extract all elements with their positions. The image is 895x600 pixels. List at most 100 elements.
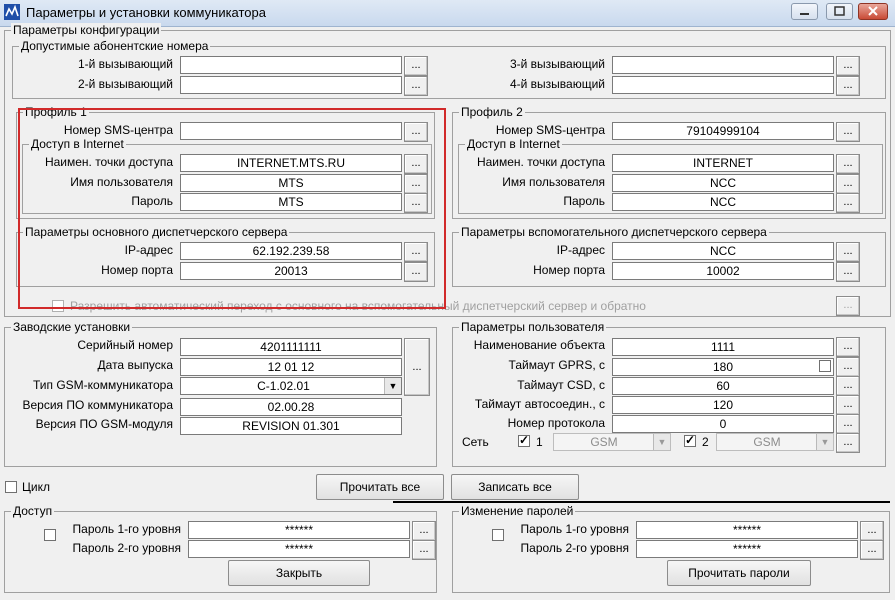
fw-field[interactable]: 02.00.28 — [180, 398, 402, 416]
change-level2-browse-button[interactable]: ... — [860, 540, 884, 560]
access-level2-browse-button[interactable]: ... — [412, 540, 436, 560]
caller4-label: 4-й вызывающий — [509, 77, 605, 91]
net1-number: 1 — [536, 435, 543, 449]
window-title: Параметры и установки коммуникатора — [26, 5, 266, 20]
access-checkbox[interactable] — [44, 529, 56, 541]
aux-port-label: Номер порта — [533, 263, 605, 277]
allowed-numbers-label: Допустимые абонентские номера — [19, 39, 211, 53]
profile2-internet-label: Доступ в Internet — [465, 137, 562, 151]
gprs-checkbox[interactable] — [819, 360, 831, 372]
protocol-browse-button[interactable]: ... — [836, 414, 860, 434]
net1-select[interactable]: GSM ▼ — [553, 433, 671, 451]
profile2-apn-label: Наимен. точки доступа — [476, 155, 605, 169]
highlight-frame — [18, 108, 446, 309]
csd-field[interactable]: 60 — [612, 377, 834, 395]
write-all-button[interactable]: Записать все — [451, 474, 579, 500]
caller2-browse-button[interactable]: ... — [404, 76, 428, 96]
access-level1-label: Пароль 1-го уровня — [72, 522, 181, 536]
cycle-checkbox[interactable] — [5, 481, 17, 493]
serial-label: Серийный номер — [77, 338, 173, 352]
chevron-down-icon[interactable]: ▼ — [384, 378, 401, 394]
access-level1-browse-button[interactable]: ... — [412, 521, 436, 541]
object-browse-button[interactable]: ... — [836, 337, 860, 357]
change-level2-field[interactable]: ****** — [636, 540, 858, 558]
network-label: Сеть — [462, 435, 489, 449]
date-label: Дата выпуска — [97, 358, 173, 372]
serial-field[interactable]: 4201111111 — [180, 338, 402, 356]
autoconn-browse-button[interactable]: ... — [836, 395, 860, 415]
profile2-pass-field[interactable]: NCC — [612, 193, 834, 211]
caller4-field[interactable] — [612, 76, 834, 94]
csd-browse-button[interactable]: ... — [836, 376, 860, 396]
caller4-browse-button[interactable]: ... — [836, 76, 860, 96]
read-all-button[interactable]: Прочитать все — [316, 474, 444, 500]
gprs-browse-button[interactable]: ... — [836, 357, 860, 377]
protocol-field[interactable]: 0 — [612, 415, 834, 433]
date-field[interactable]: 12 01 12 — [180, 358, 402, 376]
chevron-down-icon[interactable]: ▼ — [816, 434, 833, 450]
net2-checkbox[interactable] — [684, 433, 696, 447]
aux-ip-label: IP-адрес — [556, 243, 605, 257]
caller2-field[interactable] — [180, 76, 402, 94]
close-dialog-button[interactable]: Закрыть — [228, 560, 370, 586]
app-icon — [4, 4, 20, 20]
access-label: Доступ — [11, 504, 55, 518]
profile2-pass-browse-button[interactable]: ... — [836, 193, 860, 213]
change-passwords-label: Изменение паролей — [459, 504, 576, 518]
maximize-button[interactable] — [826, 3, 853, 20]
net2-value: GSM — [753, 435, 781, 449]
minimize-button[interactable] — [791, 3, 818, 20]
change-passwords-checkbox[interactable] — [492, 529, 504, 541]
access-level1-field[interactable]: ****** — [188, 521, 410, 539]
aux-port-field[interactable]: 10002 — [612, 262, 834, 280]
gsm-type-label: Тип GSM-коммуникатора — [33, 378, 173, 392]
read-passwords-button[interactable]: Прочитать пароли — [667, 560, 811, 586]
aux-port-browse-button[interactable]: ... — [836, 262, 860, 282]
chevron-down-icon[interactable]: ▼ — [653, 434, 670, 450]
autoconn-field[interactable]: 120 — [612, 396, 834, 414]
network-browse-button[interactable]: ... — [836, 433, 860, 453]
net2-select[interactable]: GSM ▼ — [716, 433, 834, 451]
caller3-field[interactable] — [612, 56, 834, 74]
protocol-label: Номер протокола — [507, 416, 605, 430]
profile2-apn-browse-button[interactable]: ... — [836, 154, 860, 174]
separator-line — [393, 501, 890, 503]
caller1-field[interactable] — [180, 56, 402, 74]
autoconn-label: Таймаут автосоедин., с — [474, 397, 605, 411]
caller1-browse-button[interactable]: ... — [404, 56, 428, 76]
change-level1-field[interactable]: ****** — [636, 521, 858, 539]
caller2-label: 2-й вызывающий — [77, 77, 173, 91]
factory-browse-button[interactable]: ... — [404, 338, 430, 396]
profile2-apn-field[interactable]: INTERNET — [612, 154, 834, 172]
gprs-field[interactable]: 180 — [612, 358, 834, 376]
profile2-user-label: Имя пользователя — [502, 175, 605, 189]
change-level1-browse-button[interactable]: ... — [860, 521, 884, 541]
aux-ip-browse-button[interactable]: ... — [836, 242, 860, 262]
profile2-sms-label: Номер SMS-центра — [495, 123, 605, 137]
caller3-browse-button[interactable]: ... — [836, 56, 860, 76]
factory-label: Заводские установки — [11, 320, 133, 334]
net1-checkbox[interactable] — [518, 433, 530, 447]
csd-label: Таймаут CSD, с — [517, 378, 605, 392]
caller3-label: 3-й вызывающий — [509, 57, 605, 71]
profile2-sms-browse-button[interactable]: ... — [836, 122, 860, 142]
net2-number: 2 — [702, 435, 709, 449]
close-icon — [868, 6, 878, 16]
auto-switch-browse-button[interactable]: ... — [836, 296, 860, 316]
gsm-type-select[interactable]: C-1.02.01 ▼ — [180, 377, 402, 395]
gsm-fw-label: Версия ПО GSM-модуля — [35, 417, 173, 431]
fw-label: Версия ПО коммуникатора — [22, 398, 173, 412]
object-field[interactable]: 1111 — [612, 338, 834, 356]
profile2-user-field[interactable]: NCC — [612, 174, 834, 192]
change-level1-label: Пароль 1-го уровня — [520, 522, 629, 536]
profile2-pass-label: Пароль — [563, 194, 605, 208]
profile2-sms-field[interactable]: 79104999104 — [612, 122, 834, 140]
gsm-type-value: C-1.02.01 — [257, 379, 310, 393]
close-button[interactable] — [858, 3, 888, 20]
gsm-fw-field[interactable]: REVISION 01.301 — [180, 417, 402, 435]
maximize-icon — [834, 6, 845, 16]
aux-ip-field[interactable]: NCC — [612, 242, 834, 260]
profile2-user-browse-button[interactable]: ... — [836, 174, 860, 194]
access-level2-field[interactable]: ****** — [188, 540, 410, 558]
net1-value: GSM — [590, 435, 618, 449]
